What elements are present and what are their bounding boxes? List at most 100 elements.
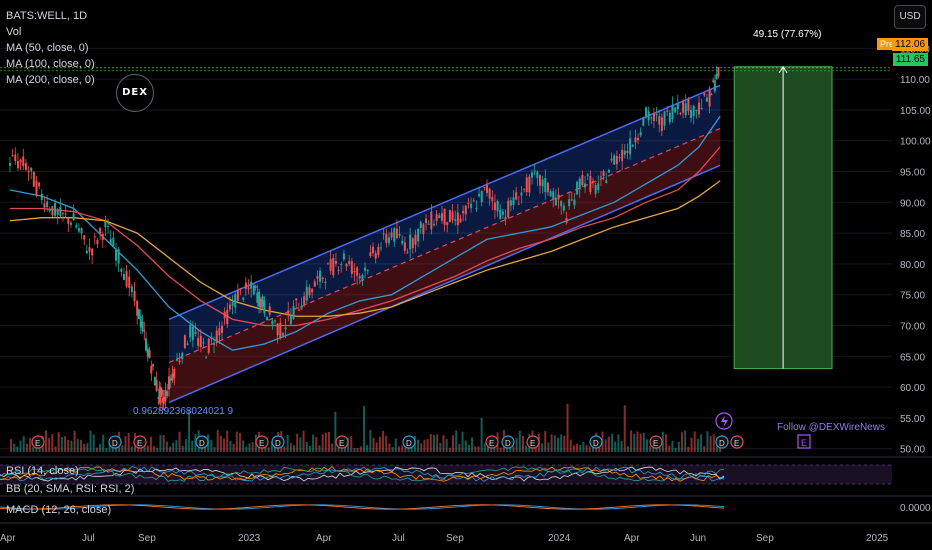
volume-bar (401, 445, 404, 452)
volume-bar (572, 445, 575, 452)
volume-bar (394, 438, 397, 452)
candle-body (152, 364, 155, 367)
volume-bar (286, 434, 289, 452)
candle-body (334, 261, 337, 264)
volume-bar (617, 434, 620, 452)
volume-bar (289, 443, 292, 452)
candle-body (43, 203, 46, 208)
main-legend[interactable]: BATS:WELL, 1D Vol MA (50, close, 0) MA (… (6, 8, 95, 88)
candle-body (266, 316, 269, 321)
volume-bar (223, 438, 226, 452)
volume-bar (474, 446, 477, 452)
time-axis: Apr Jul Sep 2023 Apr Jul Sep 2024 Apr Jun Sep 2025 (0, 533, 889, 544)
candle-body (101, 233, 104, 240)
regression-label: 0.962892368024021 9 (133, 406, 234, 417)
candle-body (231, 302, 234, 306)
candle-body (385, 234, 388, 243)
candle-body (150, 366, 153, 374)
volume-bar (305, 441, 308, 452)
candle-body (668, 112, 671, 123)
volume-bar (44, 430, 47, 452)
bb-legend[interactable]: BB (20, SMA, RSI: RSI, 2) (6, 483, 134, 495)
volume-bar (169, 446, 171, 452)
candle-body (364, 267, 367, 271)
candle-body (660, 117, 663, 131)
candle-body (546, 182, 549, 193)
volume-bar (95, 447, 98, 452)
ma50-label[interactable]: MA (50, close, 0) (6, 40, 95, 56)
volume-bar (706, 431, 709, 452)
candle-body (380, 247, 382, 249)
candle-body (303, 296, 306, 305)
candle-body (107, 225, 110, 227)
y-tick-label: 80.00 (900, 260, 925, 271)
marker-letter: E (259, 439, 264, 448)
candle-body (337, 269, 340, 271)
candle-body (284, 327, 287, 330)
candle-body (250, 281, 253, 289)
volume-bar (79, 439, 82, 452)
volume-bar (76, 439, 79, 452)
volume-bar (149, 436, 152, 452)
candle-body (16, 161, 19, 169)
candle-body (451, 211, 454, 221)
candle-body (141, 321, 144, 332)
candle-body (462, 210, 465, 214)
candle-body (629, 138, 632, 155)
candle-body (509, 200, 512, 206)
rsi-legend[interactable]: RSI (14, close) (6, 465, 79, 477)
ma200-label[interactable]: MA (200, close, 0) (6, 72, 95, 88)
volume-bar (467, 444, 470, 452)
candle-body (173, 368, 176, 378)
currency-button[interactable]: USD (894, 5, 926, 29)
candle-body (515, 192, 518, 200)
volume-bar (293, 445, 296, 452)
last-price-tag: 111.65 (892, 53, 928, 66)
volume-bar (127, 433, 130, 452)
candle-body (578, 178, 581, 190)
candle-body (324, 281, 327, 283)
candle-body (576, 181, 579, 195)
candle-body (586, 174, 589, 176)
candle-body (139, 316, 142, 328)
volume-bar (232, 443, 235, 452)
symbol-label[interactable]: BATS:WELL, 1D (6, 8, 95, 24)
candle-body (236, 290, 239, 301)
candle-body (300, 305, 303, 310)
volume-bar (178, 431, 181, 452)
volume-bar (302, 430, 305, 452)
volume-bar (315, 437, 318, 452)
candle-body (393, 228, 396, 242)
candle-body (361, 274, 364, 280)
candle-body (99, 228, 102, 234)
volume-bar (267, 447, 270, 452)
ma100-label[interactable]: MA (100, close, 0) (6, 56, 95, 72)
candle-body (690, 110, 693, 119)
volume-bar (102, 434, 105, 452)
candle-body (91, 248, 94, 256)
candle-body (631, 145, 634, 147)
candle-body (356, 267, 359, 276)
candle-body (610, 158, 613, 161)
volume-bar (690, 437, 693, 452)
candle-body (409, 234, 412, 250)
candle-body (692, 105, 695, 116)
candle-body (645, 107, 647, 117)
candle-body (419, 222, 422, 228)
volume-bar (461, 431, 464, 452)
y-tick-label: 100.00 (900, 137, 931, 148)
volume-bar (426, 439, 429, 452)
candle-body (313, 281, 316, 287)
candle-body (228, 304, 231, 310)
volume-bar (181, 445, 184, 452)
volume-bar (611, 433, 614, 452)
candle-body (698, 102, 700, 115)
macd-legend[interactable]: MACD (12, 26, close) (6, 504, 111, 516)
candle-body (554, 197, 557, 206)
candle-body (340, 264, 343, 266)
candle-body (712, 80, 715, 82)
x-tick-label: Apr (624, 533, 640, 544)
candle-body (259, 299, 262, 308)
volume-label[interactable]: Vol (6, 24, 95, 40)
candle-body (207, 338, 210, 353)
